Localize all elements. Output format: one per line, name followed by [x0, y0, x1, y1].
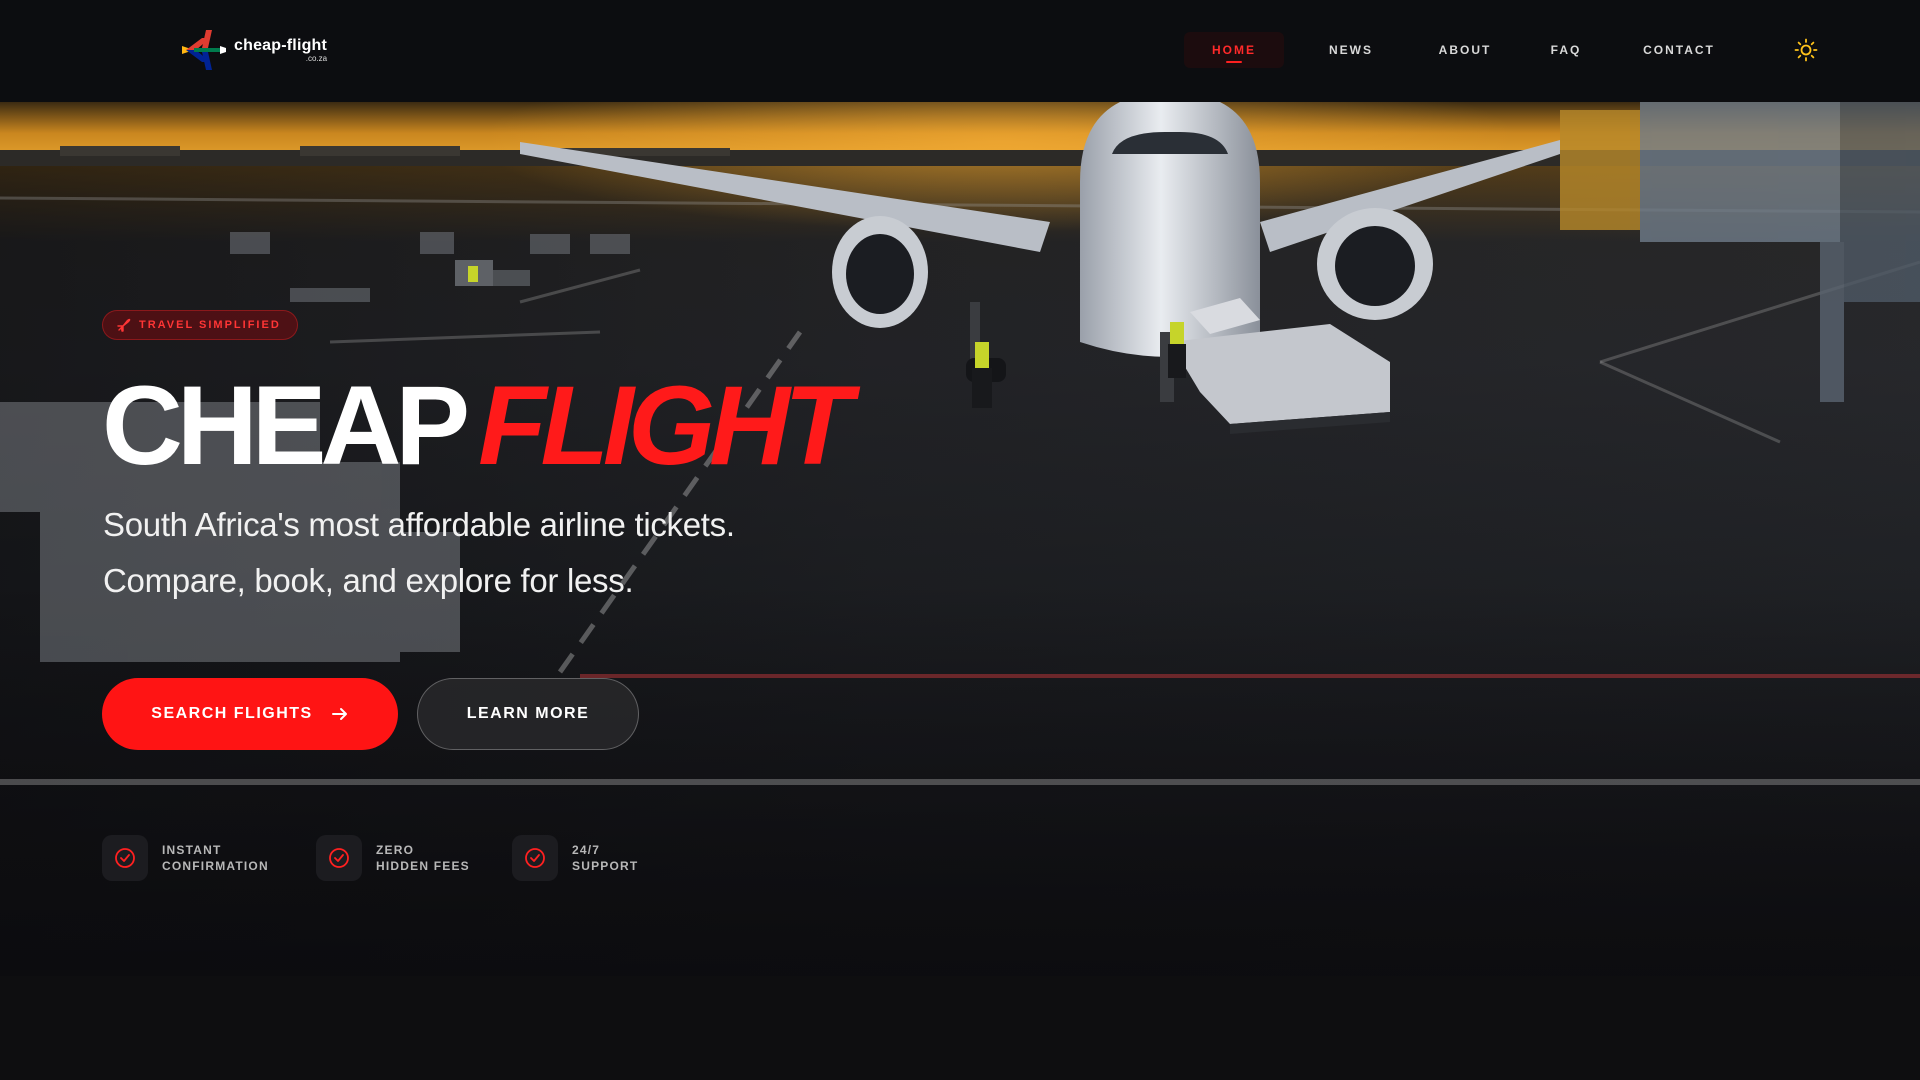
hero-title-red: FLIGHT: [478, 363, 852, 488]
feature-label-line2: SUPPORT: [572, 859, 639, 873]
hero-title-white: CHEAP: [102, 363, 470, 488]
airplane-logo-icon: [182, 30, 226, 70]
feature-label-line2: CONFIRMATION: [162, 859, 269, 873]
nav-menu: HOME NEWS ABOUT FAQ CONTACT: [1184, 32, 1738, 68]
tug-vehicle: [1170, 298, 1390, 434]
hero-subtitle-line1: South Africa's most affordable airline t…: [103, 506, 735, 543]
hero-title: CHEAP FLIGHT: [102, 363, 852, 488]
learn-more-button[interactable]: LEARN MORE: [417, 678, 639, 750]
nav-item-about[interactable]: ABOUT: [1418, 32, 1512, 68]
feature-support: 24/7 SUPPORT: [512, 834, 638, 882]
hero-subtitle-line2: Compare, book, and explore for less.: [103, 562, 634, 599]
plane-icon: [117, 318, 131, 332]
feature-zero-hidden-fees: ZERO HIDDEN FEES: [316, 834, 470, 882]
brand-domain: .co.za: [305, 53, 328, 63]
check-circle-icon: [512, 835, 558, 881]
travel-badge: TRAVEL SIMPLIFIED: [102, 310, 298, 340]
feature-label-line1: ZERO: [376, 843, 415, 857]
sun-icon[interactable]: [1794, 38, 1818, 62]
brand-logo[interactable]: cheap-flight .co.za: [180, 24, 327, 76]
hero-section: TRAVEL SIMPLIFIED CHEAP FLIGHT South Afr…: [0, 102, 1920, 976]
feature-label-line1: 24/7: [572, 843, 601, 857]
feature-label-line2: HIDDEN FEES: [376, 859, 470, 873]
learn-more-label: LEARN MORE: [466, 705, 590, 722]
search-flights-label: SEARCH FLIGHTS: [151, 705, 313, 722]
arrow-right-icon: [331, 708, 347, 720]
feature-label-line1: INSTANT: [162, 843, 222, 857]
badge-label: TRAVEL SIMPLIFIED: [139, 319, 281, 331]
nav-item-news[interactable]: NEWS: [1306, 32, 1396, 68]
nav-item-home[interactable]: HOME: [1184, 32, 1284, 68]
nav-item-contact[interactable]: CONTACT: [1620, 32, 1738, 68]
feature-instant-confirmation: INSTANT CONFIRMATION: [102, 834, 269, 882]
nav-item-faq[interactable]: FAQ: [1530, 32, 1602, 68]
page-bottom-area: [0, 976, 1920, 1080]
top-navbar: cheap-flight .co.za HOME NEWS ABOUT FAQ …: [0, 0, 1920, 102]
search-flights-button[interactable]: SEARCH FLIGHTS: [102, 678, 398, 750]
check-circle-icon: [316, 835, 362, 881]
brand-name: cheap-flight: [234, 36, 328, 54]
check-circle-icon: [102, 835, 148, 881]
